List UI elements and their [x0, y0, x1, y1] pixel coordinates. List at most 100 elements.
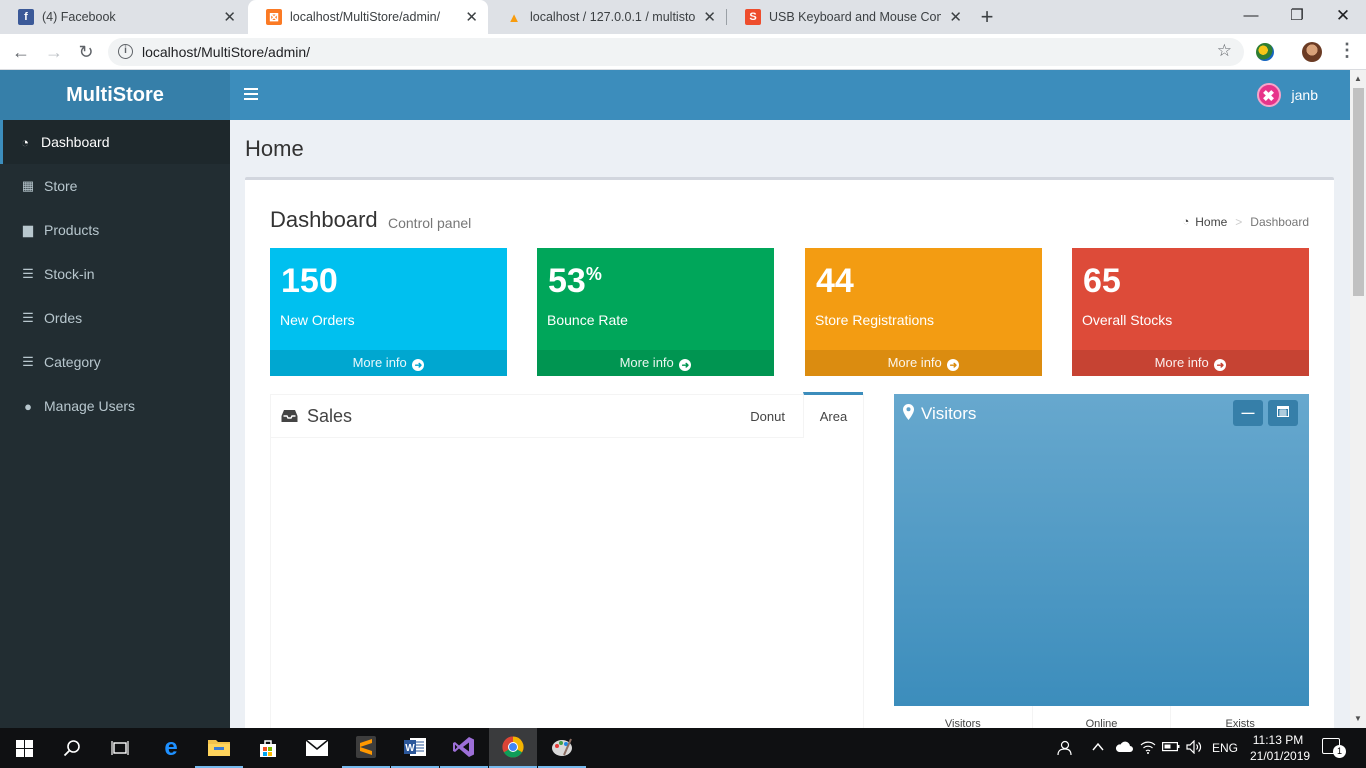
wifi-icon[interactable]: [1140, 740, 1156, 757]
stat-box-new-orders: 150 New Orders More info ➜: [270, 248, 507, 376]
minimize-button[interactable]: —: [1228, 0, 1274, 34]
scrollbar-thumb[interactable]: [1353, 88, 1364, 296]
user-name: janb: [1291, 87, 1318, 103]
back-button[interactable]: ←: [9, 40, 33, 64]
tab-donut[interactable]: Donut: [750, 395, 785, 438]
dashboard-card: Dashboard Control panel ◔ Home > Dashboa…: [245, 177, 1334, 728]
edge-icon[interactable]: e: [147, 728, 195, 768]
sidebar-item-dashboard[interactable]: ◔ Dashboard: [0, 120, 230, 164]
user-icon: ●: [24, 398, 32, 414]
chevron-up-icon[interactable]: [1092, 740, 1104, 755]
tab-close-icon[interactable]: ✕: [223, 8, 236, 26]
inbox-icon: [281, 409, 298, 428]
calendar-icon: [1277, 406, 1289, 417]
breadcrumb-separator: >: [1235, 215, 1243, 229]
map-marker-icon: [903, 404, 914, 425]
stat-value: 150: [281, 262, 338, 300]
language-indicator[interactable]: ENG: [1212, 741, 1238, 755]
file-explorer-icon[interactable]: [195, 728, 243, 768]
new-tab-button[interactable]: +: [976, 3, 998, 31]
page-scrollbar[interactable]: ▲ ▼: [1350, 70, 1366, 728]
stat-label: Overall Stocks: [1082, 312, 1173, 328]
top-navbar: ✖ janb: [230, 70, 1350, 120]
sidebar-item-orders[interactable]: ☰ Ordes: [0, 296, 230, 340]
list-icon: ☰: [22, 310, 34, 325]
browser-menu-icon[interactable]: ⋮: [1338, 40, 1356, 61]
sidebar-item-label: Manage Users: [44, 398, 136, 414]
windows-start-icon[interactable]: [0, 728, 48, 768]
user-menu[interactable]: ✖ janb: [1256, 83, 1318, 107]
bookmark-star-icon[interactable]: ☆: [1217, 41, 1232, 61]
sidebar-item-category[interactable]: ☰ Category: [0, 340, 230, 384]
chrome-icon[interactable]: [489, 728, 537, 768]
sidebar-item-manage-users[interactable]: ● Manage Users: [0, 384, 230, 428]
word-icon[interactable]: W: [391, 728, 439, 768]
sidebar-item-label: Category: [44, 354, 101, 370]
tab-close-icon[interactable]: ✕: [703, 8, 716, 26]
stat-label: Bounce Rate: [547, 312, 628, 328]
visitors-stat-label: Exists: [1225, 718, 1255, 728]
building-icon: ▦: [21, 178, 35, 193]
tab-title: localhost/MultiStore/admin/: [290, 10, 441, 24]
profile-avatar[interactable]: [1302, 42, 1322, 62]
url-text[interactable]: localhost/MultiStore/admin/: [142, 44, 310, 60]
search-icon[interactable]: [48, 728, 96, 768]
calendar-button[interactable]: [1268, 400, 1298, 426]
browser-tab-phpmyadmin[interactable]: ▲ localhost / 127.0.0.1 / multistore ✕: [488, 0, 726, 34]
scroll-up-icon[interactable]: ▲: [1354, 74, 1362, 83]
sidebar-toggle-icon[interactable]: [244, 88, 258, 100]
tab-close-icon[interactable]: ✕: [949, 8, 962, 26]
mail-icon[interactable]: [293, 728, 341, 768]
people-icon[interactable]: [1056, 740, 1072, 759]
sales-header: Sales Donut Area: [271, 392, 863, 438]
main-content: Home Dashboard Control panel ◔ Home > Da…: [230, 120, 1350, 728]
brand-logo[interactable]: MultiStore: [0, 70, 230, 120]
sidebar-item-label: Products: [44, 222, 100, 238]
more-info-link[interactable]: More info ➜: [270, 350, 507, 376]
address-bar[interactable]: i localhost/MultiStore/admin/ ☆: [108, 38, 1244, 66]
taskbar-clock[interactable]: 11:13 PM 21/01/2019: [1250, 732, 1310, 764]
restore-button[interactable]: ❐: [1274, 0, 1320, 34]
tab-title: localhost / 127.0.0.1 / multistore: [530, 10, 696, 24]
sidebar-item-stock-in[interactable]: ☰ Stock-in: [0, 252, 230, 296]
task-view-icon[interactable]: [96, 728, 144, 768]
user-avatar: ✖: [1256, 83, 1281, 107]
action-center-icon[interactable]: 1: [1322, 738, 1346, 758]
admin-app: MultiStore ✖ janb ◔ Dashboard ▦ Store ▆ …: [0, 70, 1350, 728]
paint-icon[interactable]: [538, 728, 586, 768]
stat-label: New Orders: [280, 312, 355, 328]
browser-tab-admin[interactable]: ⊠ localhost/MultiStore/admin/ ✕: [248, 0, 488, 34]
visual-studio-icon[interactable]: [440, 728, 488, 768]
sidebar-item-products[interactable]: ▆ Products: [0, 208, 230, 252]
stat-value: 65: [1083, 262, 1121, 300]
more-info-link[interactable]: More info ➜: [537, 350, 774, 376]
stat-value: 53%: [548, 262, 602, 300]
extension-icon[interactable]: [1256, 43, 1274, 61]
stat-label: Store Registrations: [815, 312, 935, 328]
browser-tab-facebook[interactable]: f (4) Facebook ✕: [0, 0, 246, 34]
facebook-icon: f: [18, 9, 34, 25]
sidebar-item-store[interactable]: ▦ Store: [0, 164, 230, 208]
sidebar-item-label: Dashboard: [41, 134, 110, 150]
breadcrumb-home-link[interactable]: Home: [1195, 215, 1227, 229]
tab-close-icon[interactable]: ✕: [465, 8, 478, 26]
sublime-text-icon[interactable]: [342, 728, 390, 768]
reload-button[interactable]: ↻: [74, 40, 98, 64]
forward-button[interactable]: →: [42, 40, 66, 64]
battery-icon[interactable]: [1162, 740, 1180, 755]
arrow-circle-right-icon: ➜: [947, 359, 960, 371]
more-info-link[interactable]: More info ➜: [805, 350, 1042, 376]
scroll-down-icon[interactable]: ▼: [1354, 714, 1362, 723]
tab-area[interactable]: Area: [803, 392, 863, 438]
site-info-icon[interactable]: i: [118, 44, 133, 59]
collapse-button[interactable]: —: [1233, 400, 1263, 426]
more-info-link[interactable]: More info ➜: [1072, 350, 1309, 376]
store-icon[interactable]: [244, 728, 292, 768]
close-window-button[interactable]: ✕: [1320, 0, 1366, 34]
visitors-title: Visitors: [921, 404, 977, 423]
onedrive-icon[interactable]: [1115, 740, 1133, 755]
browser-tab-shopee[interactable]: S USB Keyboard and Mouse Comb ✕: [727, 0, 972, 34]
sidebar-item-label: Ordes: [44, 310, 83, 326]
volume-icon[interactable]: [1186, 739, 1202, 757]
clock-time: 11:13 PM: [1252, 733, 1304, 747]
